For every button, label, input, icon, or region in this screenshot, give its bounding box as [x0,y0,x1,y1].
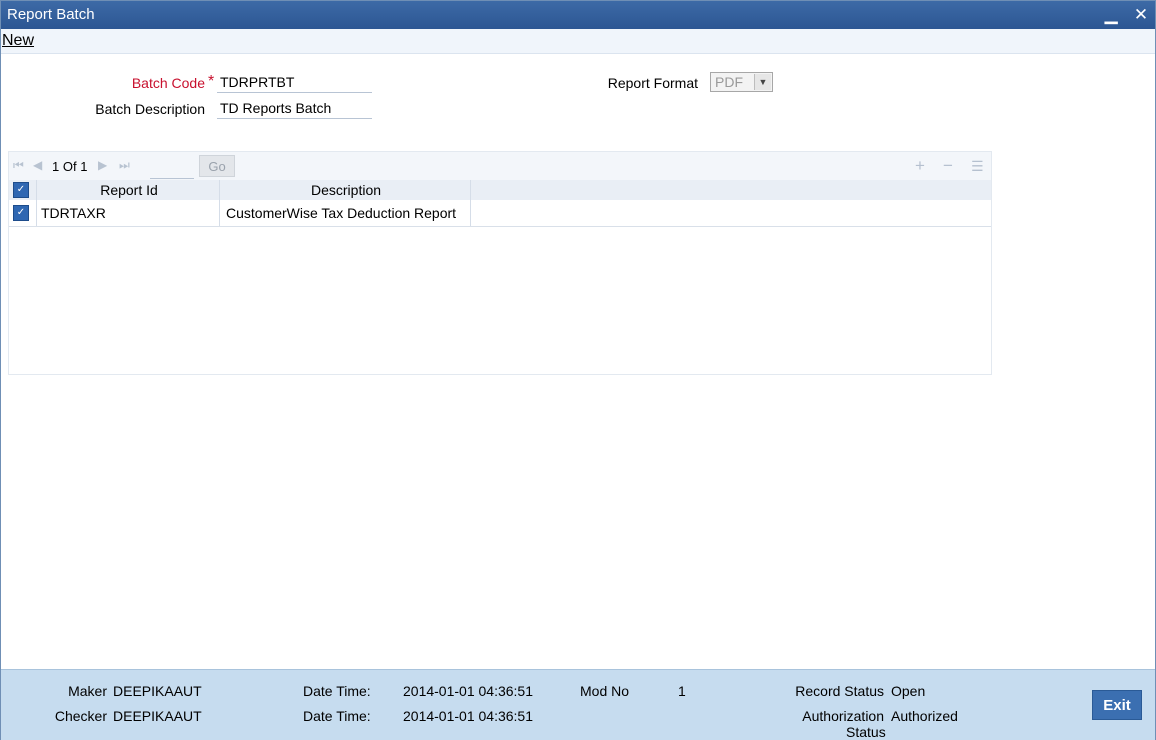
column-divider [36,180,37,200]
go-button[interactable]: Go [199,155,235,177]
previous-page-icon[interactable]: ◀ [33,158,42,172]
title-bar[interactable]: Report Batch ▁ ✕ [1,1,1155,29]
window-title: Report Batch [7,6,95,23]
record-status-label: Record Status [795,683,884,699]
total-pages: 1 [80,159,88,174]
table-row[interactable]: ✓ TDRTAXR CustomerWise Tax Deduction Rep… [9,200,991,227]
checker-label: Checker [54,708,107,724]
select-all-checkbox[interactable]: ✓ [13,182,29,198]
add-row-icon[interactable]: + [915,156,925,176]
minimize-icon[interactable]: ▁ [1101,5,1121,25]
authorization-status-label: Authorization [802,708,884,724]
report-format-value: PDF [715,74,743,90]
batch-code-label: Batch Code [131,75,205,91]
chevron-down-icon[interactable]: ▼ [754,74,771,90]
authorization-status-value: Authorized [891,708,958,724]
page-indicator: 1 Of 1 [52,159,87,174]
checker-value: DEEPIKAAUT [113,708,202,724]
menu-bar: New [1,29,1155,54]
last-page-icon[interactable]: ⏭ [119,158,130,173]
new-menu-item[interactable]: New [2,32,34,50]
checker-date-value: 2014-01-01 04:36:51 [403,708,533,724]
single-view-icon[interactable]: ☰ [971,158,984,175]
audit-footer: Maker DEEPIKAAUT Checker DEEPIKAAUT Date… [1,669,1155,740]
grid-header: ✓ Report Id Description [9,180,991,200]
column-divider [219,180,220,200]
report-format-select[interactable]: PDF ▼ [710,72,773,92]
column-divider [219,200,220,226]
current-page: 1 [52,159,60,174]
next-page-icon[interactable]: ▶ [98,158,107,172]
checker-date-label: Date Time: [303,708,371,724]
of-label: Of [62,159,77,174]
first-page-icon[interactable]: ⏮ [13,158,24,173]
record-status-value: Open [891,683,926,699]
close-icon[interactable]: ✕ [1131,5,1151,25]
page-number-input[interactable] [150,156,194,179]
maker-date-label: Date Time: [303,683,371,699]
delete-row-icon[interactable]: − [943,156,953,176]
authorization-status-label-line2: Status [846,724,886,740]
column-divider [470,200,471,226]
column-divider [470,180,471,200]
grid-pager: ⏮ ◀ 1 Of 1 ▶ ⏭ Go + − ☰ [9,152,991,180]
report-grid: ⏮ ◀ 1 Of 1 ▶ ⏭ Go + − ☰ ✓ Report Id Desc… [8,151,992,375]
column-header-description: Description [310,182,382,198]
column-header-report-id: Report Id [100,182,158,198]
mod-no-label: Mod No [580,683,630,699]
cell-report-id[interactable]: TDRTAXR [41,200,193,226]
batch-code-field[interactable]: TDRPRTBT [217,71,372,93]
exit-button[interactable]: Exit [1092,690,1142,720]
report-batch-window: Report Batch ▁ ✕ New Batch Code * TDRPRT… [0,0,1156,740]
batch-description-field[interactable]: TD Reports Batch [217,97,372,119]
mod-no-value: 1 [678,683,686,699]
maker-label: Maker [68,683,107,699]
required-marker: * [208,73,215,90]
maker-date-value: 2014-01-01 04:36:51 [403,683,533,699]
column-divider [36,200,37,226]
batch-description-label: Batch Description [95,101,205,117]
maker-value: DEEPIKAAUT [113,683,202,699]
cell-description[interactable]: CustomerWise Tax Deduction Report [226,200,456,226]
report-format-label: Report Format [607,75,698,91]
row-checkbox[interactable]: ✓ [13,205,29,221]
